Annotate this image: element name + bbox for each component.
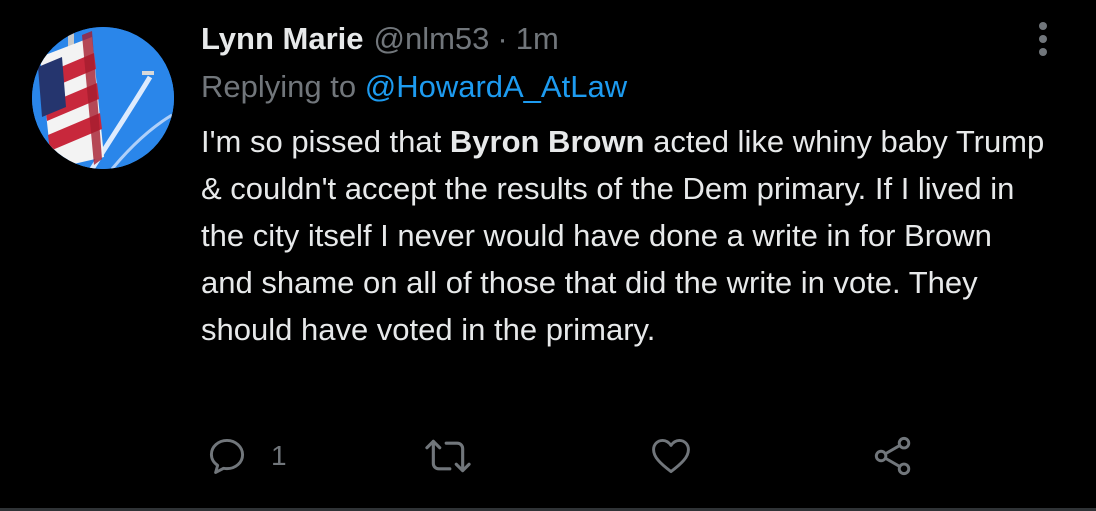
share-button[interactable] [871, 432, 915, 480]
tweet-content: Lynn Marie @nlm53 · 1m Replying to @Howa… [201, 18, 1061, 353]
replying-to-handle-link[interactable]: @HowardA_AtLaw [365, 69, 627, 104]
replying-to: Replying to @HowardA_AtLaw [201, 66, 1061, 108]
avatar-image [32, 27, 174, 169]
author-handle[interactable]: @nlm53 [374, 18, 490, 60]
author-display-name[interactable]: Lynn Marie [201, 18, 364, 60]
retweet-icon [425, 439, 471, 473]
heart-icon [652, 438, 690, 474]
retweet-button[interactable] [423, 432, 473, 480]
avatar[interactable] [32, 27, 174, 169]
tweet[interactable]: Lynn Marie @nlm53 · 1m Replying to @Howa… [0, 0, 1096, 511]
timestamp[interactable]: 1m [516, 18, 559, 60]
replying-to-label: Replying to [201, 69, 357, 104]
reply-icon [209, 438, 245, 474]
tweet-actions: 1 [205, 432, 965, 480]
separator-dot: · [497, 21, 508, 56]
more-vertical-icon[interactable] [1030, 20, 1056, 60]
like-button[interactable] [649, 432, 693, 480]
tweet-text-part1: I'm so pissed that [201, 124, 450, 159]
share-icon [874, 436, 911, 476]
reply-count: 1 [271, 440, 287, 471]
tweet-header: Lynn Marie @nlm53 · 1m [201, 18, 1061, 60]
reply-button[interactable]: 1 [205, 432, 287, 480]
tweet-text: I'm so pissed that Byron Brown acted lik… [201, 118, 1051, 353]
tweet-text-bold: Byron Brown [449, 124, 645, 159]
